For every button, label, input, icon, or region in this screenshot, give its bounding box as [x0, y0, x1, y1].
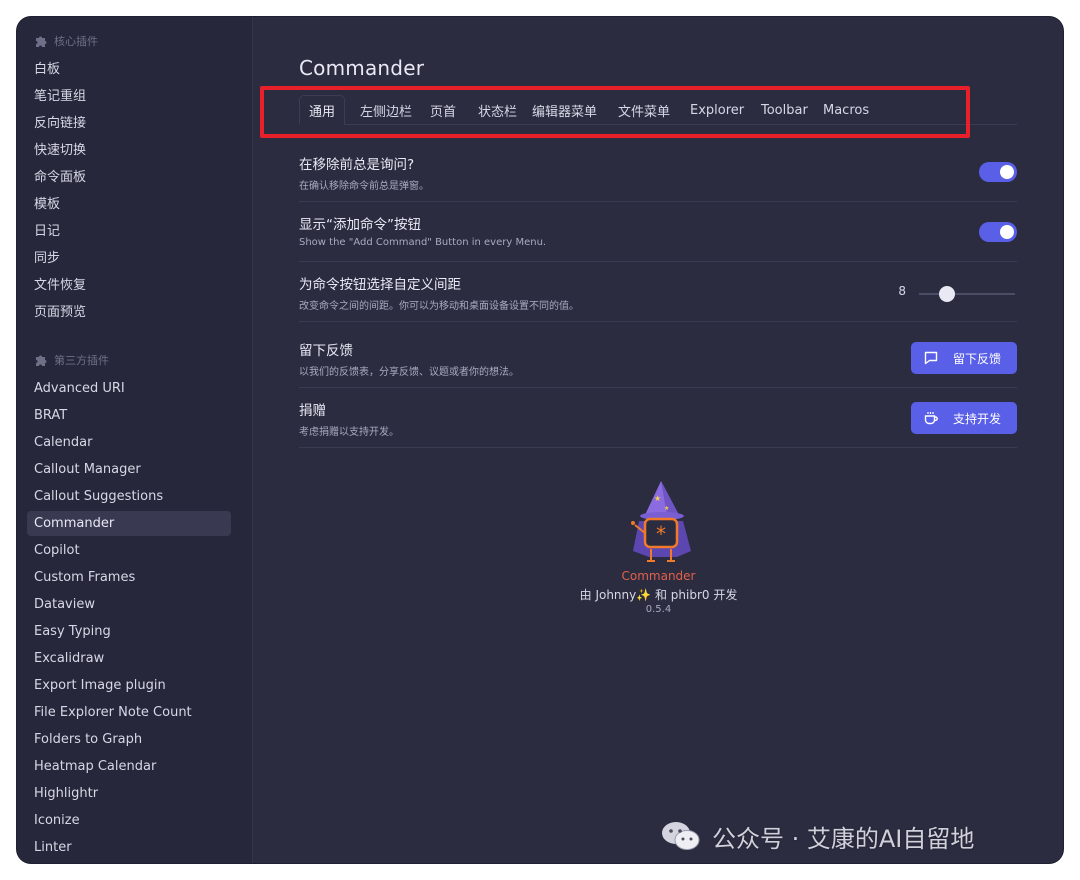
- sidebar-item-commander[interactable]: Commander: [27, 511, 231, 536]
- core-plugins-label: 核心插件: [54, 35, 98, 48]
- sidebar-item-10[interactable]: 页面预览: [27, 298, 231, 323]
- spacing-value: 8: [898, 284, 906, 298]
- sidebar-item-custom-frames[interactable]: Custom Frames: [27, 565, 231, 590]
- tab-bar: 通用 左侧边栏 页首 状态栏 编辑器菜单 文件菜单 Explorer Toolbar Macro…: [299, 91, 1017, 125]
- tab-9[interactable]: Macros: [814, 95, 878, 125]
- support-development-label: 支持开发: [953, 411, 1002, 426]
- author-credit: 由 Johnny✨ 和 phibr0 开发: [579, 588, 738, 602]
- tab-7[interactable]: Explorer: [681, 95, 753, 125]
- tab-3[interactable]: 页首: [421, 95, 465, 125]
- setting-confirm-remove: 在移除前总是询问? 在确认移除命令前总是弹窗。: [299, 141, 1017, 202]
- sidebar-item-2[interactable]: 笔记重组: [27, 82, 231, 107]
- sidebar-item-dataview[interactable]: Dataview: [27, 592, 231, 617]
- settings-window: 核心插件 白板 笔记重组 反向链接 快速切换 命令面板 模板 日记 同步 文件恢复 页面预览 第三…: [17, 17, 1063, 863]
- page-title: Commander: [299, 56, 425, 80]
- sidebar-item-advanced-uri[interactable]: Advanced URI: [27, 376, 231, 401]
- sidebar-item-file-explorer-note-count[interactable]: File Explorer Note Count: [27, 700, 231, 725]
- sidebar-item-copilot[interactable]: Copilot: [27, 538, 231, 563]
- sidebar-item-callout-manager[interactable]: Callout Manager: [27, 457, 231, 482]
- sidebar-item-easy-typing[interactable]: Easy Typing: [27, 619, 231, 644]
- tab-6[interactable]: 文件菜单: [609, 95, 679, 125]
- version-label: 0.5.4: [645, 604, 672, 615]
- sidebar-item-7[interactable]: 日记: [27, 217, 231, 242]
- main-panel: Commander 通用 左侧边栏 页首 状态栏 编辑器菜单 文件菜单 Explorer To…: [254, 17, 1063, 863]
- svg-text:★: ★: [654, 494, 661, 503]
- sidebar-item-brat[interactable]: BRAT: [27, 403, 231, 428]
- show-add-command-toggle[interactable]: [979, 222, 1017, 242]
- sidebar-item-9[interactable]: 文件恢复: [27, 271, 231, 296]
- setting-name: 留下反馈: [299, 343, 353, 359]
- tab-5[interactable]: 编辑器菜单: [523, 95, 606, 125]
- setting-show-add-command: 显示“添加命令”按钮 Show the "Add Command" Button…: [299, 202, 1017, 262]
- toggle-knob: [1000, 225, 1014, 239]
- setting-description: 以我们的反馈表，分享反馈、议题或者你的想法。: [299, 367, 519, 378]
- setting-name: 为命令按钮选择自定义间距: [299, 277, 461, 293]
- sidebar-item-5[interactable]: 命令面板: [27, 163, 231, 188]
- leave-feedback-label: 留下反馈: [953, 351, 1002, 366]
- sidebar-item-6[interactable]: 模板: [27, 190, 231, 215]
- tab-1[interactable]: 通用: [299, 95, 346, 125]
- spacing-slider[interactable]: [919, 286, 1015, 302]
- setting-button-spacing: 为命令按钮选择自定义间距 改变命令之间的间距。你可以为移动和桌面设备设置不同的值…: [299, 262, 1017, 322]
- confirm-remove-toggle[interactable]: [979, 162, 1017, 182]
- sidebar: 核心插件 白板 笔记重组 反向链接 快速切换 命令面板 模板 日记 同步 文件恢复 页面预览 第三…: [17, 17, 253, 863]
- sidebar-item-excalidraw[interactable]: Excalidraw: [27, 646, 231, 671]
- setting-name: 显示“添加命令”按钮: [299, 217, 421, 233]
- setting-name: 捐赠: [299, 403, 326, 419]
- mascot-name: Commander: [621, 569, 696, 583]
- sidebar-item-heatmap-calendar[interactable]: Heatmap Calendar: [27, 754, 231, 779]
- sidebar-item-folders-to-graph[interactable]: Folders to Graph: [27, 727, 231, 752]
- puzzle-icon: [36, 36, 47, 47]
- toggle-knob: [1000, 165, 1014, 179]
- tab-8[interactable]: Toolbar: [752, 95, 817, 125]
- coffee-cup-icon: [924, 412, 938, 425]
- message-square-icon: [924, 351, 938, 365]
- setting-description: 考虑捐赠以支持开发。: [299, 427, 399, 438]
- community-plugins-label: 第三方插件: [54, 354, 109, 367]
- sidebar-item-linter[interactable]: Linter: [27, 835, 231, 860]
- tab-2[interactable]: 左侧边栏: [351, 95, 421, 125]
- setting-name: 在移除前总是询问?: [299, 157, 415, 173]
- setting-description: 改变命令之间的间距。你可以为移动和桌面设备设置不同的值。: [299, 301, 579, 312]
- sidebar-item-calendar[interactable]: Calendar: [27, 430, 231, 455]
- setting-donate: 捐赠 考虑捐赠以支持开发。 支持开发: [299, 388, 1017, 448]
- svg-text:★: ★: [664, 505, 669, 512]
- sidebar-item-3[interactable]: 反向链接: [27, 109, 231, 134]
- setting-description: 在确认移除命令前总是弹窗。: [299, 181, 429, 192]
- community-plugins-group-title: 第三方插件: [34, 351, 109, 369]
- sidebar-item-4[interactable]: 快速切换: [27, 136, 231, 161]
- sidebar-item-1[interactable]: 白板: [27, 55, 231, 80]
- svg-text:*: *: [656, 522, 666, 546]
- sidebar-item-iconize[interactable]: Iconize: [27, 808, 231, 833]
- core-plugins-group-title: 核心插件: [34, 32, 98, 50]
- sidebar-item-highlightr[interactable]: Highlightr: [27, 781, 231, 806]
- support-development-button[interactable]: 支持开发: [911, 402, 1017, 434]
- tab-4[interactable]: 状态栏: [469, 95, 526, 125]
- commander-mascot-icon: ★ ★ *: [631, 481, 691, 562]
- setting-feedback: 留下反馈 以我们的反馈表，分享反馈、议题或者你的想法。 留下反馈: [299, 322, 1017, 388]
- spacing-slider-thumb[interactable]: [938, 286, 955, 302]
- sidebar-item-8[interactable]: 同步: [27, 244, 231, 269]
- puzzle-icon: [36, 355, 47, 366]
- sidebar-item-callout-suggestions[interactable]: Callout Suggestions: [27, 484, 231, 509]
- setting-description: Show the "Add Command" Button in every M…: [299, 237, 547, 248]
- leave-feedback-button[interactable]: 留下反馈: [911, 342, 1017, 374]
- sidebar-item-export-image-plugin[interactable]: Export Image plugin: [27, 673, 231, 698]
